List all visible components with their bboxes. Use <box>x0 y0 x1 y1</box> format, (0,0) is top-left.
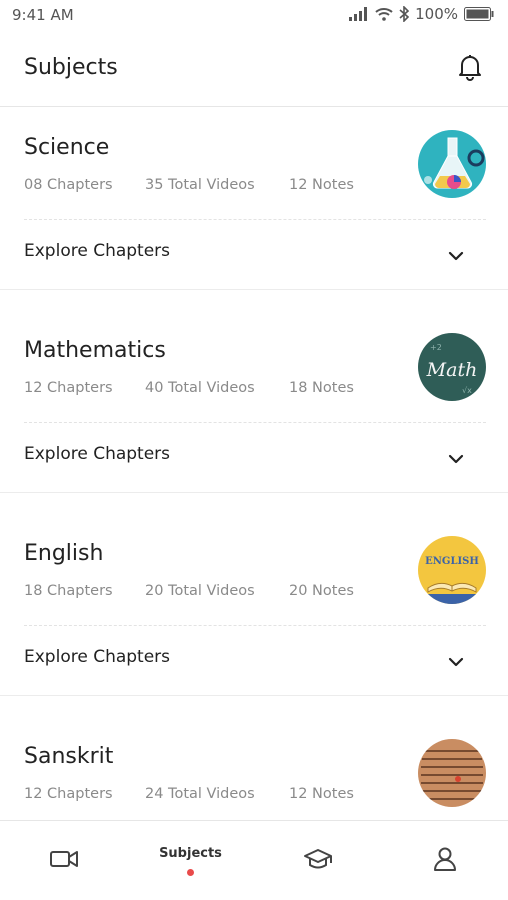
chapter-count: 18 Chapters <box>24 583 113 599</box>
notes-count: 20 Notes <box>289 583 354 599</box>
subject-meta: 12 Chapters 40 Total Videos 18 Notes <box>24 380 354 396</box>
math-chalkboard-icon: Math +2 √x <box>418 333 486 401</box>
card-gap <box>0 290 508 312</box>
user-profile-icon <box>433 846 457 876</box>
nav-item-videos[interactable] <box>0 821 127 900</box>
card-divider <box>24 625 486 626</box>
explore-chapters-row[interactable]: Explore Chapters <box>0 228 508 278</box>
video-camera-icon <box>49 849 78 873</box>
active-indicator-dot <box>187 869 194 876</box>
card-divider <box>24 219 486 220</box>
subject-name: Sanskrit <box>24 744 114 769</box>
chevron-down-icon[interactable] <box>448 652 464 671</box>
subject-name: English <box>24 541 104 566</box>
chapter-count: 12 Chapters <box>24 786 113 802</box>
subject-card-sanskrit[interactable]: Sanskrit 12 Chapters 24 Total Videos 12 … <box>0 717 508 820</box>
svg-text:+2: +2 <box>430 343 442 352</box>
video-count: 24 Total Videos <box>145 786 255 802</box>
app-header: Subjects <box>0 30 508 107</box>
explore-label: Explore Chapters <box>24 647 171 667</box>
chapter-count: 12 Chapters <box>24 380 113 396</box>
notifications-button[interactable] <box>456 54 484 84</box>
video-count: 20 Total Videos <box>145 583 255 599</box>
subject-card-english[interactable]: English 18 Chapters 20 Total Videos 20 N… <box>0 514 508 696</box>
english-book-icon: ENGLISH <box>418 536 486 604</box>
card-gap <box>0 696 508 718</box>
subject-name: Science <box>24 135 110 160</box>
chevron-down-icon[interactable] <box>448 449 464 468</box>
bell-icon <box>457 53 483 85</box>
notes-count: 18 Notes <box>289 380 354 396</box>
chapter-count: 08 Chapters <box>24 177 113 193</box>
explore-label: Explore Chapters <box>24 241 171 261</box>
card-divider <box>24 422 486 423</box>
subject-meta: 08 Chapters 35 Total Videos 12 Notes <box>24 177 354 193</box>
subject-name: Mathematics <box>24 338 166 363</box>
english-thumb-text: ENGLISH <box>425 556 479 567</box>
wifi-icon <box>375 7 393 21</box>
signal-icon <box>349 7 369 21</box>
battery-level: 100% <box>415 5 458 23</box>
page-title: Subjects <box>24 55 118 80</box>
subject-card-science[interactable]: Science 08 Chapters 35 Total Videos 12 N… <box>0 108 508 290</box>
chevron-down-icon[interactable] <box>448 246 464 265</box>
bottom-nav: Subjects <box>0 820 508 900</box>
subject-meta: 12 Chapters 24 Total Videos 12 Notes <box>24 786 354 802</box>
subject-card-mathematics[interactable]: Mathematics 12 Chapters 40 Total Videos … <box>0 311 508 493</box>
nav-item-courses[interactable] <box>254 821 381 900</box>
notes-count: 12 Notes <box>289 786 354 802</box>
explore-chapters-row[interactable]: Explore Chapters <box>0 431 508 481</box>
battery-icon <box>464 7 494 21</box>
status-bar: 9:41 AM 100% <box>0 0 508 30</box>
svg-text:√x: √x <box>462 386 472 395</box>
status-time: 9:41 AM <box>12 6 74 24</box>
bluetooth-icon <box>399 6 410 22</box>
notes-count: 12 Notes <box>289 177 354 193</box>
card-gap <box>0 493 508 515</box>
subject-meta: 18 Chapters 20 Total Videos 20 Notes <box>24 583 354 599</box>
status-icons: 100% <box>349 5 494 23</box>
nav-item-profile[interactable] <box>381 821 508 900</box>
explore-chapters-row[interactable]: Explore Chapters <box>0 634 508 684</box>
nav-item-subjects[interactable]: Subjects <box>127 821 254 900</box>
graduation-cap-icon <box>303 847 333 875</box>
math-thumb-text: Math <box>426 359 478 381</box>
explore-label: Explore Chapters <box>24 444 171 464</box>
video-count: 35 Total Videos <box>145 177 255 193</box>
nav-label-subjects: Subjects <box>159 846 222 861</box>
sanskrit-manuscript-icon <box>418 739 486 807</box>
science-flask-icon <box>418 130 486 198</box>
video-count: 40 Total Videos <box>145 380 255 396</box>
